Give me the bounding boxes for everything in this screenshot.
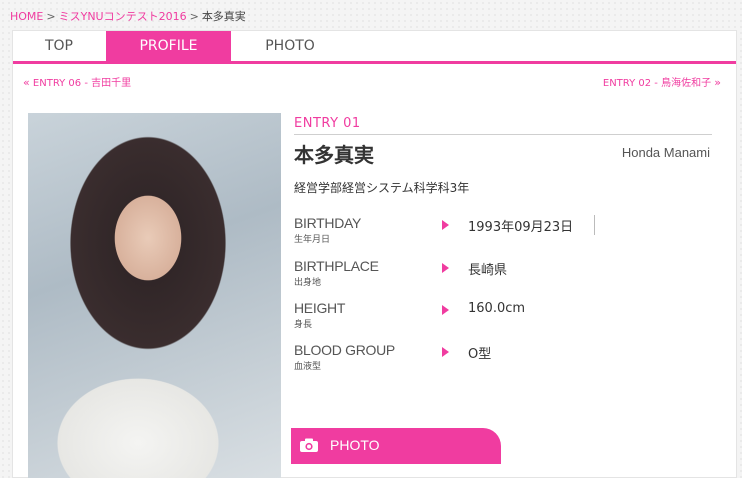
breadcrumb-separator: > bbox=[46, 10, 56, 23]
department: 経営学部経営システム科学科3年 bbox=[294, 181, 470, 195]
tab-profile[interactable]: PROFILE bbox=[106, 31, 231, 62]
field-label-en: BLOOD GROUP bbox=[294, 342, 395, 358]
field-value: 1993年09月23日 bbox=[468, 220, 574, 235]
field-label-en: HEIGHT bbox=[294, 300, 346, 316]
field-blood-group: BLOOD GROUP 血液型 O型 bbox=[294, 342, 714, 378]
triangle-right-icon bbox=[442, 305, 449, 315]
field-label-ja: 身長 bbox=[294, 320, 313, 330]
entry-divider bbox=[294, 134, 712, 135]
field-value: 長崎県 bbox=[468, 263, 508, 278]
next-entry-name: 鳥海佐和子 bbox=[661, 78, 712, 89]
breadcrumb-current: 本多真実 bbox=[201, 10, 246, 23]
triangle-right-icon bbox=[442, 263, 449, 273]
tab-photo[interactable]: PHOTO bbox=[231, 31, 349, 62]
field-birthday: BIRTHDAY 生年月日 1993年09月23日 bbox=[294, 215, 714, 251]
tab-bar: TOP PROFILE PHOTO bbox=[13, 31, 736, 64]
entry-number: ENTRY 01 bbox=[294, 116, 361, 131]
field-value: 160.0cm bbox=[468, 301, 526, 316]
next-entry-number: ENTRY 02 bbox=[602, 78, 652, 89]
field-label-ja: 血液型 bbox=[294, 362, 322, 372]
field-birthplace: BIRTHPLACE 出身地 長崎県 bbox=[294, 258, 714, 294]
text-cursor bbox=[594, 215, 595, 235]
prev-entry-name: 吉田千里 bbox=[91, 78, 132, 89]
photo-button-label: PHOTO bbox=[330, 437, 380, 453]
field-label-en: BIRTHPLACE bbox=[294, 258, 379, 274]
next-arrow-icon: » bbox=[714, 76, 721, 89]
profile-photo bbox=[28, 113, 281, 478]
field-value: O型 bbox=[468, 347, 492, 362]
photo-button[interactable]: PHOTO bbox=[291, 428, 501, 464]
camera-icon bbox=[300, 438, 318, 452]
breadcrumb-contest-link[interactable]: ミスYNUコンテスト2016 bbox=[59, 10, 187, 23]
field-height: HEIGHT 身長 160.0cm bbox=[294, 300, 714, 336]
field-label-ja: 生年月日 bbox=[294, 235, 331, 245]
prev-arrow-icon: « bbox=[23, 76, 30, 89]
prev-entry-number: ENTRY 06 bbox=[32, 78, 82, 89]
breadcrumb: HOME > ミスYNUコンテスト2016 > 本多真実 bbox=[10, 8, 246, 24]
next-entry-dash: - bbox=[651, 78, 662, 89]
prev-entry-link[interactable]: « ENTRY 06 - 吉田千里 bbox=[23, 74, 131, 89]
triangle-right-icon bbox=[442, 220, 449, 230]
field-label-en: BIRTHDAY bbox=[294, 215, 362, 231]
triangle-right-icon bbox=[442, 347, 449, 357]
name-english: Honda Manami bbox=[621, 145, 710, 160]
next-entry-link[interactable]: ENTRY 02 - 鳥海佐和子 » bbox=[603, 74, 721, 89]
prev-entry-dash: - bbox=[81, 78, 92, 89]
breadcrumb-home-link[interactable]: HOME bbox=[10, 10, 43, 23]
name-japanese: 本多真実 bbox=[294, 143, 374, 167]
tab-top[interactable]: TOP bbox=[13, 31, 105, 62]
breadcrumb-separator: > bbox=[189, 10, 199, 23]
profile-panel: TOP PROFILE PHOTO « ENTRY 06 - 吉田千里 ENTR… bbox=[12, 30, 737, 478]
field-label-ja: 出身地 bbox=[294, 278, 322, 288]
